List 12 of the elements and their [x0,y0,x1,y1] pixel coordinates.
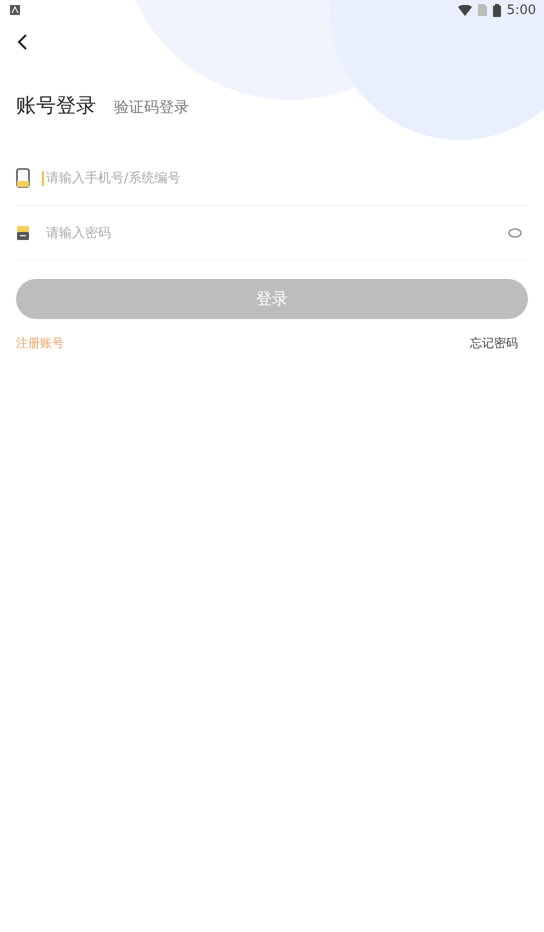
login-tab[interactable]: 账号登录 [16,92,96,119]
chevron-left-icon [16,33,28,51]
login-tab[interactable]: 验证码登录 [114,98,189,117]
clock-time: 5:00 [506,2,536,18]
eye-icon[interactable] [508,228,522,238]
phone-field[interactable]: 请输入手机号/系统编号 [42,170,528,186]
notification-icon [10,5,20,15]
phone-icon [16,168,30,188]
forgot-password-link[interactable]: 忘记密码 [470,335,518,352]
password-field[interactable]: 请输入密码 [42,226,496,240]
wifi-icon [458,4,472,16]
lock-icon [16,225,30,241]
